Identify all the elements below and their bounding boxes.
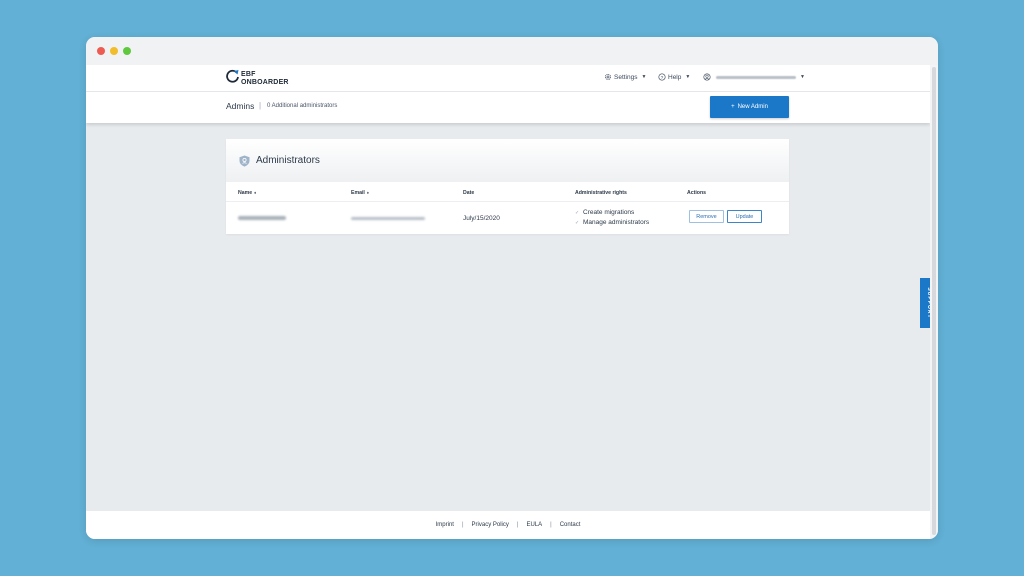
update-button[interactable]: Update bbox=[727, 210, 762, 223]
right-manage-administrators: ✓ Manage administrators bbox=[575, 219, 649, 226]
admin-email-redacted bbox=[351, 217, 425, 220]
right-label: Manage administrators bbox=[583, 219, 650, 226]
footer-link-eula[interactable]: EULA bbox=[526, 522, 542, 528]
user-name-redacted bbox=[716, 75, 796, 79]
svg-text:?: ? bbox=[661, 75, 664, 81]
settings-menu[interactable]: Settings ▼ bbox=[604, 73, 646, 81]
footer-separator: | bbox=[550, 522, 552, 528]
maximize-window-button[interactable] bbox=[123, 47, 131, 55]
footer-link-privacy-policy[interactable]: Privacy Policy bbox=[472, 522, 509, 528]
help-label: Help bbox=[668, 73, 682, 81]
browser-window: EBF ONBOARDER Settings ▼ ? Help ▼ ▼ Admi… bbox=[86, 37, 938, 539]
new-admin-label: New Admin bbox=[737, 104, 768, 110]
footer-link-imprint[interactable]: Imprint bbox=[436, 522, 454, 528]
new-admin-button[interactable]: + New Admin bbox=[710, 96, 789, 118]
sort-icon: ♦ bbox=[254, 190, 257, 195]
admin-date: July/15/2020 bbox=[463, 215, 500, 222]
title-separator: | bbox=[259, 101, 262, 110]
column-name-label: Name bbox=[238, 190, 253, 196]
minimize-window-button[interactable] bbox=[110, 47, 118, 55]
help-icon: ? bbox=[658, 73, 666, 81]
close-window-button[interactable] bbox=[97, 47, 105, 55]
footer-separator: | bbox=[516, 522, 519, 528]
column-header-name[interactable]: Name ♦ bbox=[238, 190, 256, 196]
sort-icon: ♦ bbox=[366, 190, 369, 195]
column-header-rights: Administrative rights bbox=[575, 190, 627, 196]
logo-icon bbox=[226, 69, 239, 83]
logo-line-1: EBF bbox=[241, 71, 256, 78]
admin-name-redacted bbox=[238, 216, 286, 220]
check-icon: ✓ bbox=[575, 209, 580, 216]
check-icon: ✓ bbox=[575, 219, 580, 226]
app-header: EBF ONBOARDER Settings ▼ ? Help ▼ ▼ bbox=[86, 65, 930, 92]
remove-button[interactable]: Remove bbox=[689, 210, 724, 223]
column-header-actions: Actions bbox=[687, 190, 707, 196]
footer-separator: | bbox=[461, 522, 464, 528]
scrollbar-thumb[interactable] bbox=[932, 67, 936, 535]
row-divider bbox=[226, 201, 789, 202]
logo-text: EBF ONBOARDER bbox=[241, 71, 289, 86]
admin-count: 0 Additional administrators bbox=[267, 103, 338, 109]
chevron-down-icon: ▼ bbox=[800, 74, 805, 80]
shield-icon bbox=[239, 155, 250, 167]
administrators-card: Administrators Name ♦ Email ♦ Date Adminis… bbox=[226, 139, 789, 234]
card-title: Administrators bbox=[256, 155, 320, 166]
plus-icon: + bbox=[731, 104, 735, 110]
page-subheader: Admins | 0 Additional administrators + N… bbox=[86, 92, 930, 123]
column-header-email[interactable]: Email ♦ bbox=[351, 190, 369, 196]
column-header-date: Date bbox=[463, 190, 475, 196]
settings-label: Settings bbox=[614, 73, 638, 81]
footer-link-contact[interactable]: Contact bbox=[560, 522, 581, 528]
gear-icon bbox=[605, 74, 611, 80]
scrollbar[interactable] bbox=[930, 65, 938, 539]
right-label: Create migrations bbox=[583, 209, 635, 216]
right-create-migrations: ✓ Create migrations bbox=[575, 209, 634, 216]
footer: Imprint | Privacy Policy | EULA | Contac… bbox=[86, 511, 930, 539]
column-email-label: Email bbox=[351, 190, 365, 196]
user-icon bbox=[703, 73, 711, 81]
page-title: Admins bbox=[226, 101, 255, 111]
help-menu[interactable]: ? Help ▼ bbox=[658, 73, 690, 81]
logo-line-2: ONBOARDER bbox=[241, 78, 289, 86]
chevron-down-icon: ▼ bbox=[685, 74, 691, 80]
chevron-down-icon: ▼ bbox=[641, 74, 647, 80]
user-menu[interactable]: ▼ bbox=[703, 73, 805, 81]
window-titlebar bbox=[86, 37, 938, 65]
card-header: Administrators bbox=[226, 139, 789, 182]
ebf-onboarder-logo[interactable]: EBF ONBOARDER bbox=[226, 69, 289, 89]
